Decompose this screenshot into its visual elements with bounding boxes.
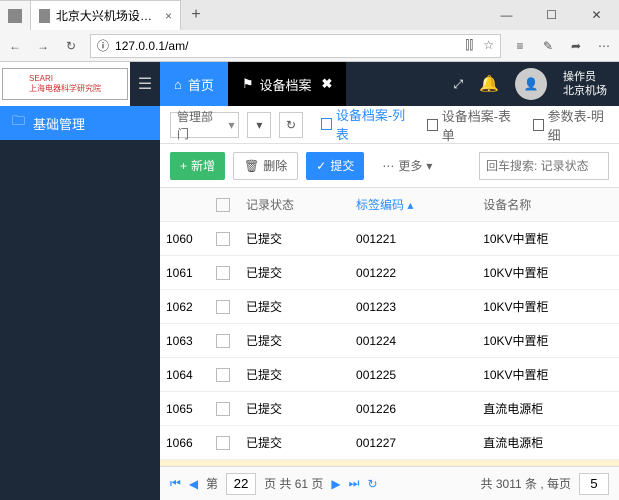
window-maximize-button[interactable]: ☐ [529,0,574,30]
row-checkbox[interactable] [216,368,230,382]
search-box[interactable] [479,152,609,180]
flag-icon: ⚑ [242,76,254,92]
bell-icon[interactable]: 🔔 [479,74,499,94]
nav-archive[interactable]: ⚑设备档案✖ [228,62,347,106]
dept-refresh-button[interactable]: ↻ [279,112,303,138]
page-icon [39,9,50,23]
subtab-detail[interactable]: 参数表-明细 [533,106,609,149]
row-checkbox[interactable] [216,300,230,314]
pager-page-input[interactable] [226,473,256,495]
delete-button[interactable]: 🗑删除 [233,152,298,180]
table-row[interactable]: 1060已提交00122110KV中置柜 [160,222,619,256]
pager-last-button[interactable]: ⏭ [349,476,360,491]
col-code[interactable]: 标签编码 ▴ [350,188,477,222]
submit-button[interactable]: ✓提交 [306,152,364,180]
address-bar: ← → ↻ ⓘ ⫿⫿ ☆ ≡ ✎ ➦ ⋯ [0,30,619,62]
chevron-down-icon: ▾ [426,159,432,173]
row-checkbox[interactable] [216,266,230,280]
favorite-icon[interactable]: ☆ [483,38,494,53]
data-table: 记录状态 标签编码 ▴ 设备名称 1060已提交00122110KV中置柜106… [160,188,619,466]
pager: ⏮ ◀ 第 页 共 61 页 ▶ ⏭ ↻ 共 3011 条 , 每页 [160,466,619,500]
row-checkbox[interactable] [216,232,230,246]
pager-first-button[interactable]: ⏮ [170,476,181,491]
menu-toggle-button[interactable]: ☰ [130,74,160,94]
notes-icon[interactable]: ✎ [539,37,557,55]
dept-select[interactable]: 管理部门 [170,112,239,138]
form-icon [427,119,438,131]
col-name[interactable]: 设备名称 [477,188,619,222]
logo: SEARI上海电器科学研究院 [0,62,130,106]
reader-icon[interactable]: ⫿⫿ [466,38,474,53]
plus-icon: + [180,159,187,173]
tab-title: 北京大兴机场设备运行… [56,7,159,24]
browser-titlebar: 北京大兴机场设备运行… × + — ☐ ✕ [0,0,619,30]
new-tab-button[interactable]: + [181,0,211,30]
tab-close-icon[interactable]: × [165,9,172,23]
pager-next-button[interactable]: ▶ [331,477,340,491]
window-minimize-button[interactable]: — [484,0,529,30]
nav-back-button[interactable]: ← [6,37,24,55]
browser-tab-active[interactable]: 北京大兴机场设备运行… × [31,0,181,30]
nav-home[interactable]: ⌂首页 [160,62,228,106]
subtab-form[interactable]: 设备档案-表单 [427,106,515,149]
user-info: 操作员 北京机场 [563,70,607,98]
app-topbar: SEARI上海电器科学研究院 ☰ ⌂首页 ⚑设备档案✖ ⤢ 🔔 👤 操作员 北京… [0,62,619,106]
add-button[interactable]: +新增 [170,152,225,180]
avatar[interactable]: 👤 [515,68,547,100]
search-input[interactable] [486,159,602,173]
more-button[interactable]: ⋯更多▾ [372,152,442,180]
nav-forward-button[interactable]: → [34,37,52,55]
trash-icon: 🗑 [244,159,259,173]
page-icon [8,9,22,23]
check-icon: ✓ [316,159,326,173]
table-row[interactable]: 1061已提交00122210KV中置柜 [160,256,619,290]
table-row[interactable]: 1064已提交00122510KV中置柜 [160,358,619,392]
row-checkbox[interactable] [216,402,230,416]
home-icon: ⌂ [174,77,182,92]
nav-reload-button[interactable]: ↻ [62,37,80,55]
url-input[interactable] [115,39,460,53]
tab-close-icon[interactable]: ✖ [322,76,333,92]
list-icon [321,118,332,130]
subtab-list[interactable]: 设备档案-列表 [321,106,409,149]
pager-size-input[interactable] [579,473,609,495]
table-row[interactable]: 1066已提交001227直流电源柜 [160,426,619,460]
detail-icon [533,119,544,131]
browser-tab-blank[interactable] [0,0,31,30]
row-checkbox[interactable] [216,436,230,450]
pager-prev-button[interactable]: ◀ [189,477,198,491]
pager-refresh-button[interactable]: ↻ [367,477,377,491]
table-row[interactable]: 1065已提交001226直流电源柜 [160,392,619,426]
folder-icon: 🗀 [12,112,25,134]
select-all-checkbox[interactable] [216,198,230,212]
sidebar: 🗀基础管理 [0,106,160,500]
table-row[interactable]: 1063已提交00122410KV中置柜 [160,324,619,358]
row-checkbox[interactable] [216,334,230,348]
col-status[interactable]: 记录状态 [240,188,350,222]
share-icon[interactable]: ➦ [567,37,585,55]
table-row[interactable]: 1062已提交00122310KV中置柜 [160,290,619,324]
sidebar-item-basic[interactable]: 🗀基础管理 [0,106,160,140]
hub-icon[interactable]: ≡ [511,37,529,55]
dept-clear-button[interactable]: ▾ [247,112,271,138]
expand-icon[interactable]: ⤢ [453,77,463,92]
window-close-button[interactable]: ✕ [574,0,619,30]
info-icon[interactable]: ⓘ [97,37,109,54]
more-icon[interactable]: ⋯ [595,37,613,55]
